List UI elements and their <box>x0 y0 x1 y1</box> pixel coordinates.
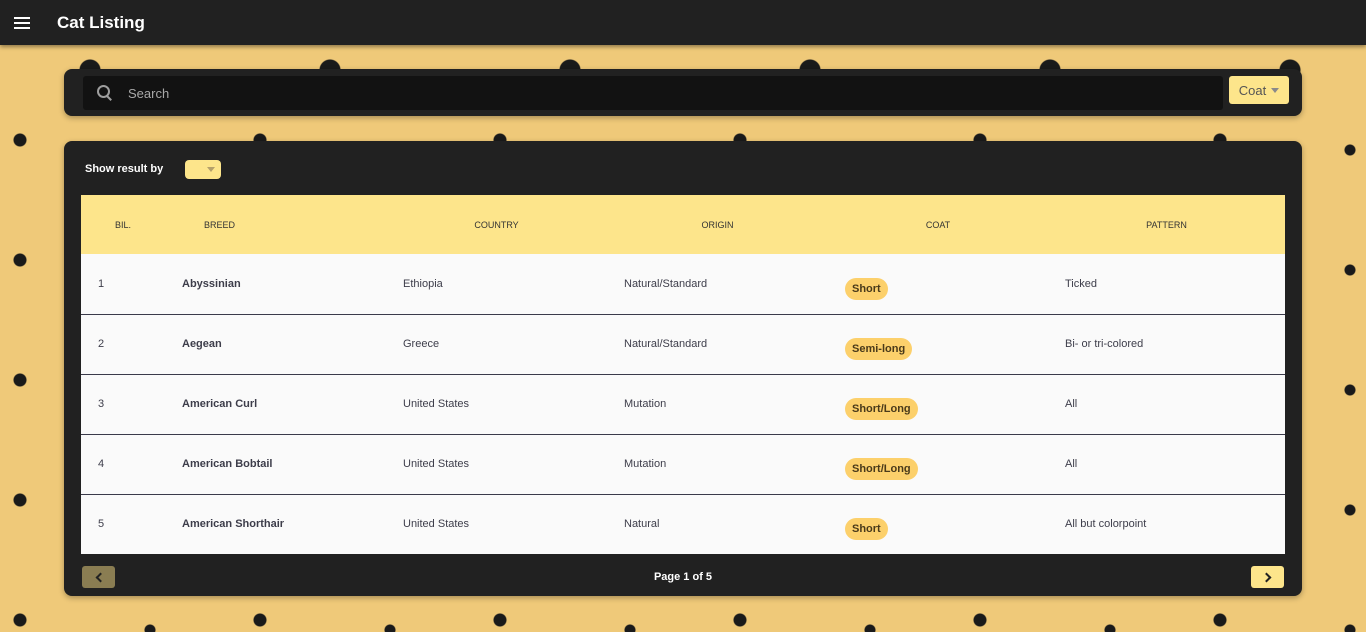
cat-table: BIL. BREED COUNTRY ORIGIN COAT PATTERN 1… <box>81 195 1285 554</box>
search-icon <box>97 85 113 101</box>
table-row[interactable]: 2 Aegean Greece Natural/Standard Semi-lo… <box>81 314 1285 374</box>
column-header-breed[interactable]: BREED <box>165 195 386 254</box>
search-input[interactable] <box>128 85 1128 101</box>
caret-down-icon <box>207 167 215 172</box>
search-box[interactable] <box>83 76 1223 110</box>
cell-breed: American Curl <box>182 398 258 410</box>
column-header-pattern[interactable]: PATTERN <box>1048 195 1285 254</box>
coat-filter-button[interactable]: Coat <box>1229 76 1289 104</box>
coat-chip: Short/Long <box>845 398 918 420</box>
cell-coat: Semi-long <box>828 314 1048 374</box>
cell-breed: Abyssinian <box>182 277 241 290</box>
cell-pattern: All but colorpoint <box>1065 518 1147 531</box>
show-result-value: 5 <box>198 164 204 175</box>
cell-bil: 3 <box>98 398 105 410</box>
cell-origin: Natural/Standard <box>624 338 708 350</box>
cell-pattern: Bi- or tri-colored <box>1065 338 1144 350</box>
cell-bil: 5 <box>98 518 105 531</box>
coat-chip: Semi-long <box>845 338 913 360</box>
chevron-right-icon <box>1261 572 1271 582</box>
cell-bil: 4 <box>98 458 105 470</box>
menu-button[interactable] <box>0 0 44 45</box>
cell-pattern: All <box>1065 398 1078 410</box>
cell-coat: Short <box>828 254 1048 314</box>
app-bar: Cat Listing <box>0 0 1366 45</box>
table-row[interactable]: 4 American Bobtail United States Mutatio… <box>81 434 1285 494</box>
coat-chip: Short <box>845 518 888 541</box>
coat-chip: Short <box>845 277 888 300</box>
column-header-origin[interactable]: ORIGIN <box>607 195 828 254</box>
column-header-coat[interactable]: COAT <box>828 195 1048 254</box>
cell-bil: 2 <box>98 338 105 350</box>
cell-coat: Short/Long <box>828 374 1048 434</box>
cell-coat: Short/Long <box>828 434 1048 494</box>
cell-origin: Natural <box>624 518 660 531</box>
caret-down-icon <box>1271 87 1280 93</box>
table-row[interactable]: 1 Abyssinian Ethiopia Natural/Standard S… <box>81 254 1285 314</box>
cell-origin: Mutation <box>624 458 667 470</box>
cell-breed: American Shorthair <box>182 518 285 531</box>
cell-pattern: Ticked <box>1065 277 1097 290</box>
page-indicator: Page 1 of 5 <box>653 571 713 583</box>
coat-filter-label: Coat <box>1238 82 1267 98</box>
cell-country: United States <box>403 398 470 410</box>
search-card: Coat <box>64 69 1302 116</box>
cell-breed: American Bobtail <box>182 458 273 470</box>
cell-breed: Aegean <box>182 338 222 350</box>
column-header-bil[interactable]: BIL. <box>81 195 165 254</box>
cell-country: Greece <box>403 338 440 350</box>
next-page-button[interactable] <box>1251 566 1284 588</box>
table-row[interactable]: 5 American Shorthair United States Natur… <box>81 494 1285 554</box>
app-title: Cat Listing <box>57 12 145 32</box>
cell-origin: Natural/Standard <box>624 277 708 290</box>
coat-chip: Short/Long <box>845 458 918 480</box>
cell-country: Ethiopia <box>403 277 443 290</box>
show-result-label: Show result by <box>85 163 164 175</box>
chevron-left-icon <box>95 572 105 582</box>
show-result-select[interactable]: 5 <box>185 160 221 179</box>
cell-pattern: All <box>1065 458 1078 470</box>
table-row[interactable]: 3 American Curl United States Mutation S… <box>81 374 1285 434</box>
cell-bil: 1 <box>98 277 105 290</box>
table-header-row: BIL. BREED COUNTRY ORIGIN COAT PATTERN <box>81 195 1285 254</box>
cell-country: United States <box>403 458 470 470</box>
cell-origin: Mutation <box>624 398 667 410</box>
cell-country: United States <box>403 518 470 531</box>
column-header-country[interactable]: COUNTRY <box>386 195 607 254</box>
previous-page-button[interactable] <box>82 566 115 588</box>
table-card: Show result by 5 BIL. BREED COUNTRY ORIG… <box>64 141 1302 596</box>
menu-icon <box>14 16 30 29</box>
cell-coat: Short <box>828 494 1048 554</box>
